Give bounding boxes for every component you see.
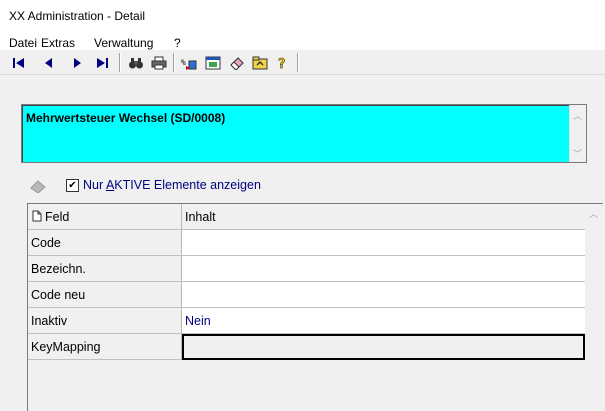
- label-part: Nur: [83, 178, 106, 192]
- active-only-label[interactable]: Nur AKTIVE Elemente anzeigen: [83, 178, 261, 192]
- first-record-button[interactable]: [10, 54, 28, 71]
- column-label: Inhalt: [185, 210, 216, 224]
- table-row[interactable]: Bezeichn.: [28, 256, 585, 282]
- menu-verwaltung[interactable]: Verwaltung: [94, 36, 153, 50]
- field-name-cell: Code: [28, 230, 182, 256]
- table-row[interactable]: Code: [28, 230, 585, 256]
- field-name: KeyMapping: [31, 340, 101, 354]
- detail-grid: Feld Inhalt Code Bezeichn. Code neu Inak…: [27, 203, 603, 411]
- field-name: Bezeichn.: [31, 262, 86, 276]
- header-scrollbar[interactable]: ︿ ﹀: [569, 105, 586, 162]
- field-value-cell[interactable]: [182, 230, 585, 256]
- help-button[interactable]: ?: [274, 54, 292, 71]
- svg-text:%: %: [181, 58, 186, 67]
- next-record-button[interactable]: [68, 54, 86, 71]
- field-value-cell[interactable]: Nein: [182, 308, 585, 334]
- field-value-editor[interactable]: [182, 334, 585, 360]
- column-label: Feld: [45, 210, 70, 224]
- toolbar: % ?: [0, 50, 605, 75]
- active-only-checkbox[interactable]: ✔: [66, 179, 79, 192]
- menu-extras[interactable]: Extras: [41, 36, 75, 50]
- transfer-button[interactable]: %: [180, 54, 198, 71]
- document-icon: [32, 210, 42, 222]
- table-row[interactable]: Code neu: [28, 282, 585, 308]
- scroll-up-icon[interactable]: ︿: [589, 207, 598, 220]
- folder-icon: [252, 56, 268, 69]
- toolbar-separator: [119, 53, 121, 72]
- scroll-up-icon[interactable]: ︿: [573, 109, 582, 122]
- field-name: Code neu: [31, 288, 86, 302]
- table-row[interactable]: Inaktiv Nein: [28, 308, 585, 334]
- first-record-icon: [13, 57, 24, 68]
- binoculars-icon: [129, 57, 143, 68]
- toolbar-separator: [297, 53, 299, 72]
- print-button[interactable]: [150, 54, 168, 71]
- export-button[interactable]: [204, 54, 222, 71]
- menu-datei[interactable]: Datei: [9, 36, 37, 50]
- window-export-icon: [205, 56, 221, 69]
- svg-text:?: ?: [278, 57, 286, 70]
- next-record-icon: [74, 57, 81, 68]
- record-header: Mehrwertsteuer Wechsel (SD/0008) ︿ ﹀: [21, 104, 587, 163]
- find-button[interactable]: [127, 54, 145, 71]
- record-title: Mehrwertsteuer Wechsel (SD/0008): [26, 111, 226, 125]
- open-folder-button[interactable]: [251, 54, 269, 71]
- field-value: Nein: [185, 314, 211, 328]
- column-header-field[interactable]: Feld: [28, 204, 182, 230]
- field-name-cell: Inaktiv: [28, 308, 182, 334]
- window-title: XX Administration - Detail: [9, 9, 146, 23]
- previous-record-icon: [45, 57, 52, 68]
- transfer-icon: %: [181, 58, 197, 70]
- field-name-cell: Code neu: [28, 282, 182, 308]
- column-header-content[interactable]: Inhalt: [182, 204, 585, 230]
- field-value-cell[interactable]: [182, 256, 585, 282]
- scroll-down-icon[interactable]: ﹀: [573, 147, 582, 160]
- field-name-cell: Bezeichn.: [28, 256, 182, 282]
- menu-help[interactable]: ?: [174, 36, 181, 50]
- grid-header: Feld Inhalt: [28, 204, 585, 230]
- toolbar-separator: [173, 53, 175, 72]
- printer-icon: [151, 56, 167, 69]
- label-part: KTIVE Elemente anzeigen: [114, 178, 261, 192]
- field-name-cell: KeyMapping: [28, 334, 182, 360]
- title-bar: XX Administration - Detail: [0, 0, 605, 30]
- field-name: Inaktiv: [31, 314, 68, 328]
- last-record-icon: [97, 57, 108, 68]
- last-record-button[interactable]: [93, 54, 111, 71]
- field-name: Code: [31, 236, 61, 250]
- eraser-icon[interactable]: [30, 179, 48, 193]
- grid-scrollbar[interactable]: ︿: [585, 204, 603, 411]
- edit-button[interactable]: [228, 54, 246, 71]
- menu-bar: Datei Extras Verwaltung ?: [0, 30, 605, 50]
- table-row-selected[interactable]: KeyMapping: [28, 334, 585, 360]
- previous-record-button[interactable]: [40, 54, 58, 71]
- eraser-icon: [230, 56, 244, 70]
- field-value-cell[interactable]: [182, 282, 585, 308]
- help-question-icon: ?: [278, 56, 286, 70]
